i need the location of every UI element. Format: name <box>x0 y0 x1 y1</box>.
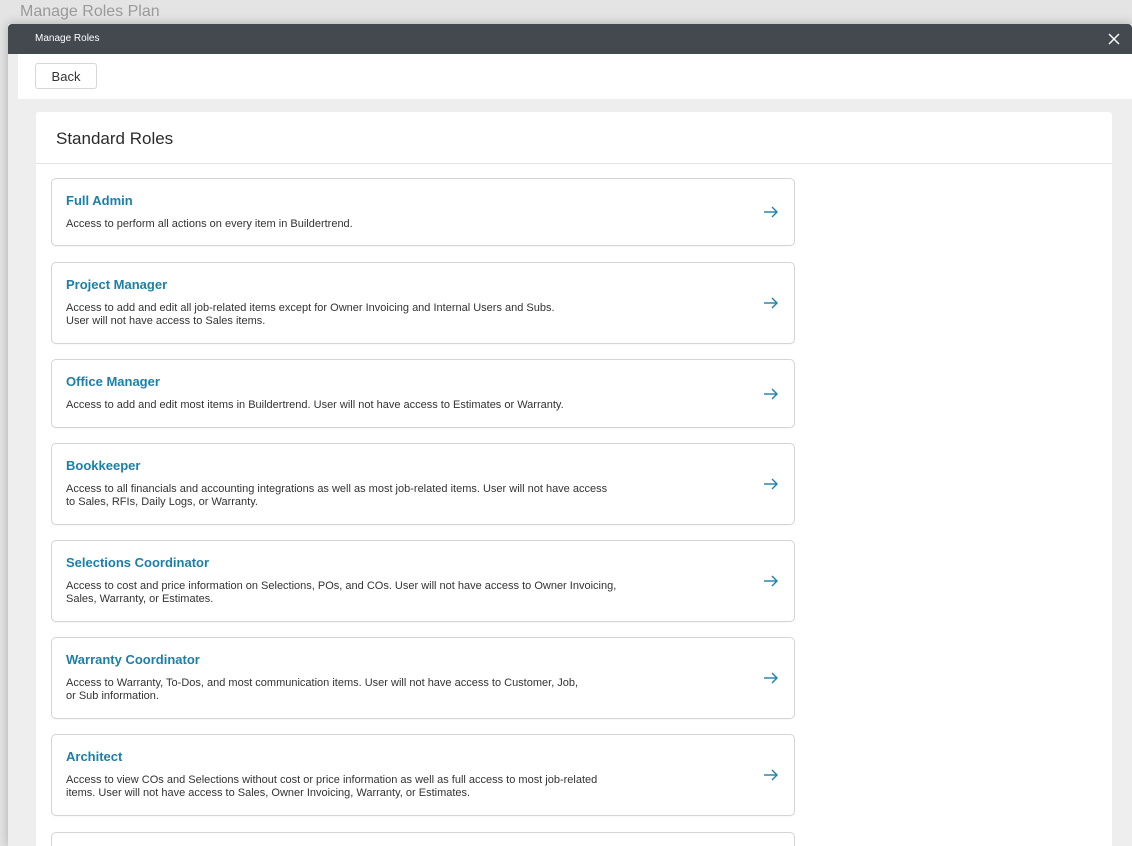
role-description: Access to add and edit all job-related i… <box>66 302 555 327</box>
back-button[interactable]: Back <box>35 63 97 89</box>
role-name: Full Admin <box>66 193 133 208</box>
role-description: Access to all financials and accounting … <box>66 483 608 508</box>
panel-title: Standard Roles <box>56 129 174 148</box>
manage-roles-modal: Manage Roles Back Standard Roles Full Ad… <box>8 24 1132 846</box>
role-card-architect[interactable]: Architect Access to view COs and Selecti… <box>51 734 795 816</box>
role-card-warranty-coordinator[interactable]: Warranty Coordinator Access to Warranty,… <box>51 637 795 719</box>
arrow-right-icon <box>764 297 778 309</box>
arrow-right-icon <box>764 206 778 218</box>
arrow-right-icon <box>764 575 778 587</box>
backdrop-page-title: Manage Roles Plan <box>20 3 160 20</box>
close-icon[interactable] <box>1104 29 1124 49</box>
modal-title: Manage Roles <box>35 33 100 44</box>
role-card-bookkeeper[interactable]: Bookkeeper Access to all financials and … <box>51 443 795 525</box>
modal-toolbar: Back <box>18 54 1132 99</box>
panel-header: Standard Roles <box>36 112 1112 164</box>
role-card-project-manager[interactable]: Project Manager Access to add and edit a… <box>51 262 795 344</box>
role-name: Warranty Coordinator <box>66 652 200 667</box>
role-description: Access to Warranty, To-Dos, and most com… <box>66 677 579 702</box>
role-name: Architect <box>66 749 123 764</box>
role-description: Access to view COs and Selections withou… <box>66 774 598 799</box>
arrow-right-icon <box>764 769 778 781</box>
modal-header: Manage Roles <box>8 24 1132 54</box>
role-description: Access to add and edit most items in Bui… <box>66 399 564 411</box>
role-card-selections-coordinator[interactable]: Selections Coordinator Access to cost an… <box>51 540 795 622</box>
standard-roles-panel: Standard Roles Full Admin Access to perf… <box>36 112 1112 846</box>
role-description: Access to perform all actions on every i… <box>66 218 353 230</box>
content-area: Standard Roles Full Admin Access to perf… <box>18 99 1132 846</box>
role-card-partial[interactable] <box>51 832 795 846</box>
role-card-office-manager[interactable]: Office Manager Access to add and edit mo… <box>51 359 795 428</box>
arrow-right-icon <box>764 478 778 490</box>
role-name: Selections Coordinator <box>66 555 210 570</box>
arrow-right-icon <box>764 672 778 684</box>
role-name: Office Manager <box>66 374 160 389</box>
arrow-right-icon <box>764 388 778 399</box>
role-card-full-admin[interactable]: Full Admin Access to perform all actions… <box>51 178 795 246</box>
role-description: Access to cost and price information on … <box>66 580 617 605</box>
role-name: Bookkeeper <box>66 458 141 473</box>
role-name: Project Manager <box>66 277 168 292</box>
